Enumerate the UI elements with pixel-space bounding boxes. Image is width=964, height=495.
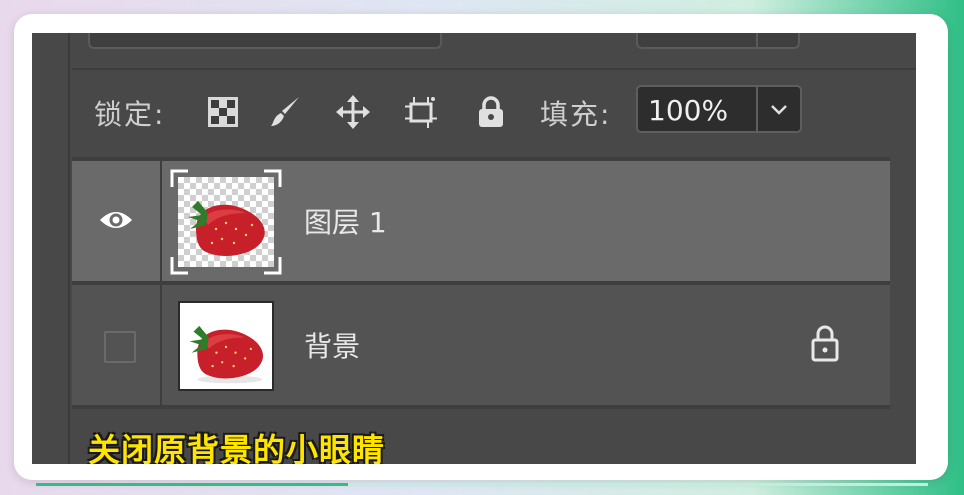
layer-row[interactable]: 图层 1 xyxy=(72,161,890,281)
chevron-down-icon[interactable] xyxy=(768,99,790,119)
lock-image-pixels-icon[interactable] xyxy=(268,95,302,129)
fill-divider xyxy=(756,87,758,131)
row-divider xyxy=(160,285,162,405)
fill-label: 填充: xyxy=(540,98,612,131)
lock-position-icon[interactable] xyxy=(336,95,370,129)
layer-thumbnail[interactable] xyxy=(178,301,274,391)
progress-fill xyxy=(36,483,349,486)
layer-name[interactable]: 背景 xyxy=(304,325,360,365)
lock-all-icon[interactable] xyxy=(474,95,508,129)
blend-mode-dropdown[interactable] xyxy=(88,33,442,49)
lock-label: 锁定: xyxy=(94,98,166,131)
divider xyxy=(72,68,916,70)
lock-row: 锁定: 填充: 100% xyxy=(32,79,916,141)
lock-artboard-icon[interactable] xyxy=(404,95,438,129)
fill-input[interactable]: 100% xyxy=(636,85,802,133)
lock-icon[interactable] xyxy=(808,323,842,363)
strawberry-image xyxy=(189,325,264,384)
progress-bar xyxy=(36,483,928,486)
eye-icon[interactable] xyxy=(98,205,134,235)
selection-brackets xyxy=(170,169,282,275)
visibility-toggle[interactable] xyxy=(104,331,136,363)
lock-transparent-pixels-icon[interactable] xyxy=(206,95,240,129)
layers-panel: 锁定: 填充: 100% 图层 1 背景 关闭原背景的小眼睛 xyxy=(32,33,916,464)
layer-name[interactable]: 图层 1 xyxy=(304,201,387,241)
opacity-field[interactable] xyxy=(636,33,800,49)
layer-row[interactable]: 背景 xyxy=(72,285,890,405)
caption-subtitle: 关闭原背景的小眼睛 xyxy=(88,431,386,464)
row-divider xyxy=(160,161,162,281)
fill-value[interactable]: 100% xyxy=(648,94,728,127)
